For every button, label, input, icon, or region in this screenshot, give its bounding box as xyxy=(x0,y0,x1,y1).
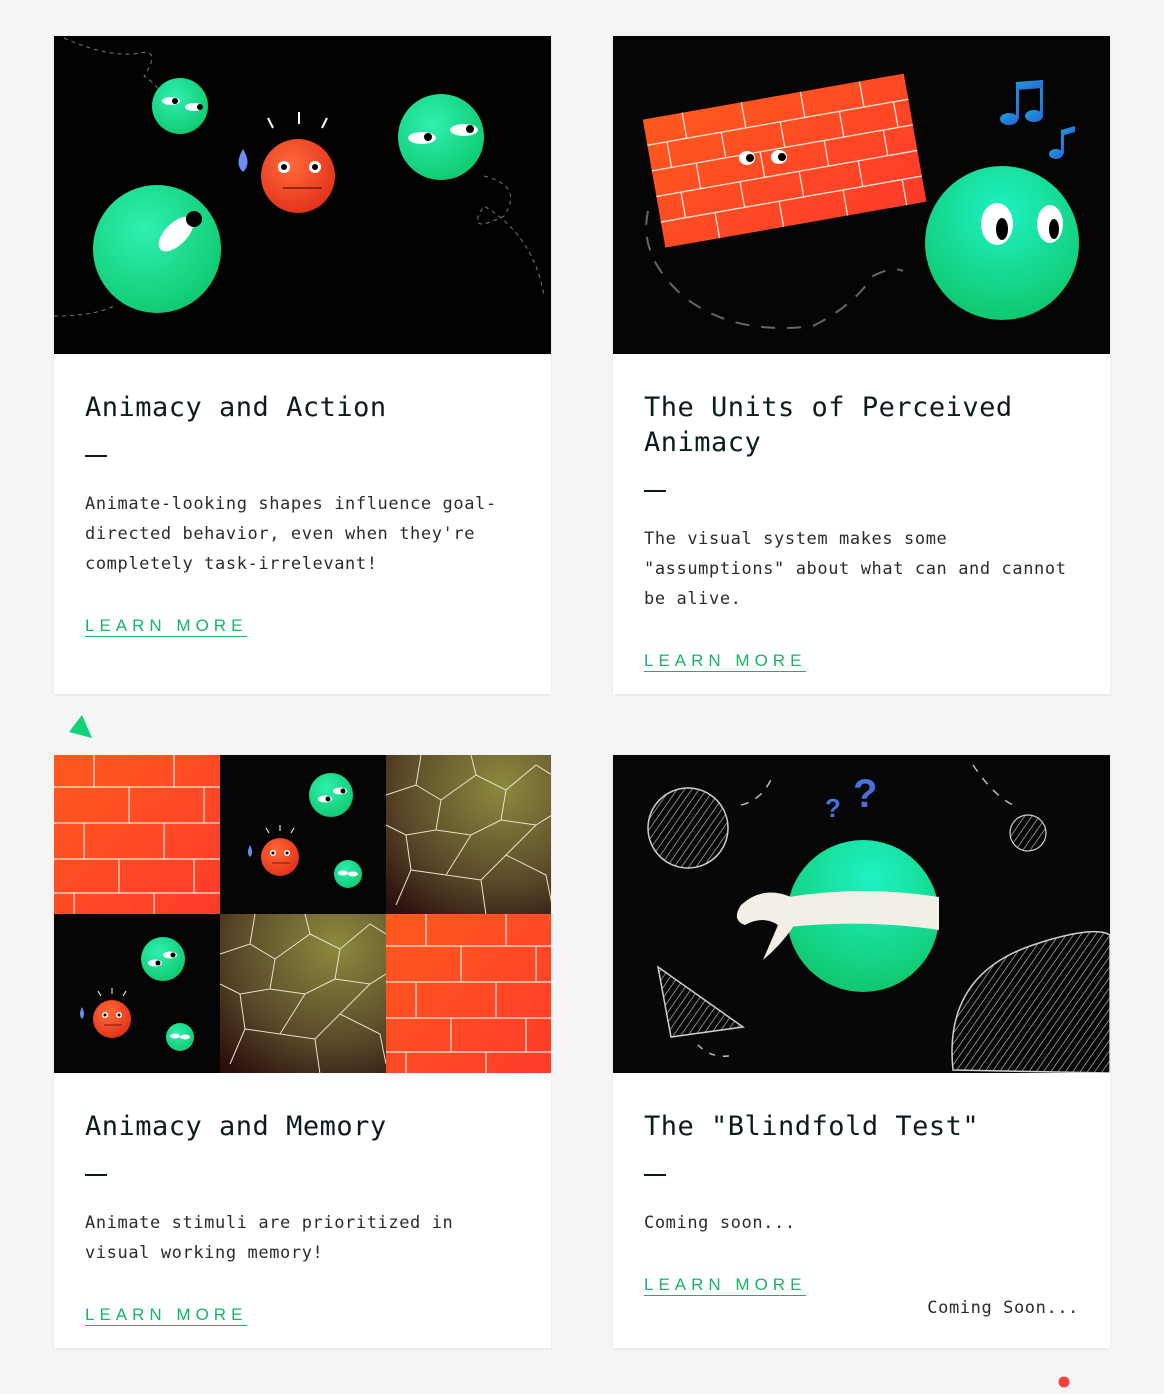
svg-text:?: ? xyxy=(853,772,877,816)
title-divider xyxy=(85,1174,107,1176)
title-divider xyxy=(85,455,107,457)
card-animacy-action: Animacy and Action Animate-looking shape… xyxy=(54,36,551,694)
card-blindfold-test: ? ? The "Blindfold Test" Coming soon... … xyxy=(613,755,1110,1348)
coming-soon-note: Coming Soon... xyxy=(927,1298,1079,1318)
learn-more-link[interactable]: LEARN MORE xyxy=(644,1276,807,1296)
learn-more-link[interactable]: LEARN MORE xyxy=(85,1306,248,1326)
card-units-perceived-animacy: The Units of Perceived Animacy The visua… xyxy=(613,36,1110,694)
card-illustration-units-animacy xyxy=(613,36,1110,354)
card-animacy-memory: Animacy and Memory Animate stimuli are p… xyxy=(54,755,551,1348)
card-title: Animacy and Memory xyxy=(85,1111,387,1142)
card-description: Coming soon... xyxy=(644,1213,796,1233)
title-divider xyxy=(644,490,666,492)
card-illustration-animacy-memory xyxy=(54,755,551,1073)
card-title: Animacy and Action xyxy=(85,392,387,423)
page: Animacy and Action Animate-looking shape… xyxy=(0,0,1164,1394)
card-description: Animate-looking shapes influence goal-di… xyxy=(85,494,497,574)
title-divider xyxy=(644,1174,666,1176)
card-title: The "Blindfold Test" xyxy=(644,1111,980,1142)
learn-more-link[interactable]: LEARN MORE xyxy=(85,617,248,637)
svg-text:?: ? xyxy=(825,793,841,823)
learn-more-link[interactable]: LEARN MORE xyxy=(644,652,807,672)
card-title: The Units of Perceived Animacy xyxy=(644,392,1013,458)
card-illustration-blindfold-test: ? ? xyxy=(613,755,1110,1073)
green-triangle-decoration-icon xyxy=(69,715,92,738)
card-illustration-animacy-action xyxy=(54,36,551,354)
red-dot-decoration-icon xyxy=(1058,1376,1070,1388)
card-description: The visual system makes some "assumption… xyxy=(644,529,1067,609)
card-description: Animate stimuli are prioritized in visua… xyxy=(85,1213,454,1263)
